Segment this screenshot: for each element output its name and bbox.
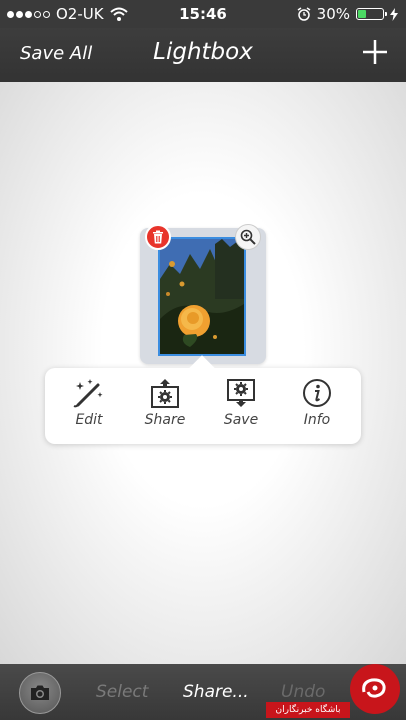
lightbox-canvas: Edit Share Save Info xyxy=(0,82,406,664)
info-label: Info xyxy=(303,412,331,428)
info-icon xyxy=(303,379,331,407)
edit-label: Edit xyxy=(75,412,103,428)
share-all-button[interactable]: Share... xyxy=(183,682,249,702)
battery-percent: 30% xyxy=(316,5,350,23)
info-action[interactable]: Info xyxy=(282,378,352,428)
save-label: Save xyxy=(223,412,259,428)
rose-photo-image xyxy=(160,239,244,354)
undo-button[interactable]: Undo xyxy=(281,682,325,702)
select-button[interactable]: Select xyxy=(96,682,148,702)
navigation-bar: Save All Lightbox xyxy=(0,28,406,82)
wifi-icon xyxy=(109,7,128,21)
action-popup: Edit Share Save Info xyxy=(45,355,361,444)
watermark-emblem-icon xyxy=(350,664,400,714)
share-box-icon xyxy=(151,379,179,408)
battery-icon xyxy=(356,8,387,20)
zoom-button[interactable] xyxy=(235,224,261,250)
photo-card[interactable] xyxy=(140,224,266,364)
status-right: 30% xyxy=(297,5,398,23)
signal-strength-icon xyxy=(7,10,50,18)
watermark-logo xyxy=(346,664,402,720)
share-label: Share xyxy=(144,412,186,428)
add-icon[interactable] xyxy=(360,37,390,67)
status-bar: O2-UK 15:46 30% xyxy=(0,0,406,28)
save-all-button[interactable]: Save All xyxy=(20,43,92,64)
photo-thumbnail[interactable] xyxy=(158,237,246,356)
edit-action[interactable]: Edit xyxy=(54,378,124,428)
magic-wand-icon xyxy=(73,379,103,408)
save-box-icon xyxy=(227,379,255,407)
save-action[interactable]: Save xyxy=(206,378,276,428)
charging-bolt-icon xyxy=(390,7,398,21)
status-left: O2-UK xyxy=(7,5,128,23)
carrier-name: O2-UK xyxy=(56,5,104,23)
battery-level xyxy=(358,10,366,18)
delete-button[interactable] xyxy=(145,224,171,250)
share-action[interactable]: Share xyxy=(130,378,200,428)
alarm-clock-icon xyxy=(297,7,311,21)
trash-icon xyxy=(153,230,163,244)
camera-button[interactable] xyxy=(19,672,61,714)
camera-icon xyxy=(31,685,49,700)
watermark-text: باشگاه خبرنگاران xyxy=(266,702,350,718)
zoom-in-icon xyxy=(240,229,256,245)
